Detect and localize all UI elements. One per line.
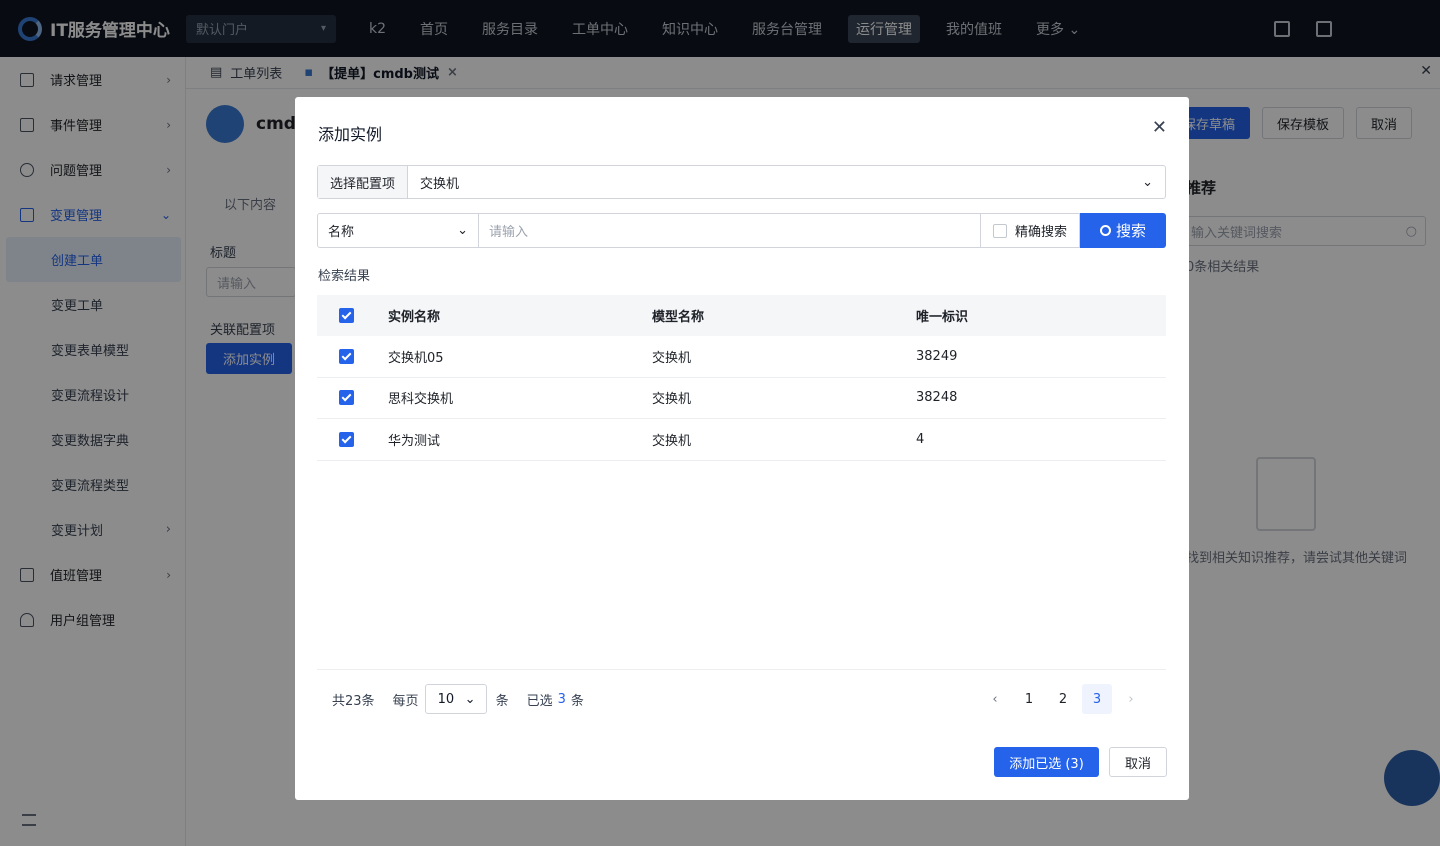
chevron-down-icon: ⌄ [464,691,476,707]
model-name: 交换机 [652,433,692,449]
checkbox-icon [993,223,1007,238]
table-row[interactable]: 交换机05 交换机 38249 [317,336,1166,378]
divider [317,669,1166,670]
page-size-select[interactable]: 10 ⌄ [424,684,487,714]
column-header: 唯一标识 [916,310,969,325]
page-button[interactable]: 2 [1048,684,1078,714]
chevron-down-icon: ⌄ [457,223,468,238]
page-size-unit: 条 [495,693,509,709]
search-field-select[interactable]: 名称 ⌄ [317,213,479,248]
row-checkbox[interactable] [338,431,354,447]
add-instance-dialog: 添加实例 ✕ 选择配置项 交换机 ⌄ 名称 ⌄ 请输入 精确搜索 搜索 检索结果… [295,97,1189,800]
row-checkbox[interactable] [338,348,354,364]
select-all-cell [317,308,388,323]
exact-search-checkbox[interactable]: 精确搜索 [981,213,1080,248]
page-size-value: 10 [437,691,455,707]
page-numbers: ‹ 1 2 3 › [980,684,1146,714]
search-row: 名称 ⌄ 请输入 精确搜索 搜索 [317,213,1166,248]
column-header: 实例名称 [388,310,441,325]
unique-id: 38249 [916,348,958,364]
table-header: 实例名称 模型名称 唯一标识 [317,295,1166,336]
exact-search-label: 精确搜索 [1015,225,1068,240]
search-button[interactable]: 搜索 [1080,213,1166,248]
row-select-cell [317,390,388,406]
next-page-icon[interactable]: › [1116,684,1146,714]
search-icon [1099,225,1111,236]
table-row[interactable]: 思科交换机 交换机 38248 [317,378,1166,419]
column-header: 模型名称 [652,310,705,325]
add-selected-button[interactable]: 添加已选 (3) [994,747,1099,777]
model-name: 交换机 [652,392,692,408]
model-name: 交换机 [652,350,692,366]
instance-name: 华为测试 [388,433,441,449]
unique-id: 38248 [916,390,958,406]
unique-id: 4 [916,431,925,447]
select-all-checkbox[interactable] [338,308,354,323]
dialog-title: 添加实例 [318,125,383,144]
page-button-current[interactable]: 3 [1082,684,1112,714]
chevron-down-icon: ⌄ [1142,174,1153,190]
selected-prefix: 已选 [526,693,553,709]
per-page-label: 每页 [392,693,419,709]
close-icon[interactable]: ✕ [1152,117,1167,138]
result-table: 实例名称 模型名称 唯一标识 交换机05 交换机 38249 思科交换机 交换机… [317,295,1166,461]
search-button-label: 搜索 [1115,222,1146,240]
table-row[interactable]: 华为测试 交换机 4 [317,419,1166,461]
cancel-button[interactable]: 取消 [1109,747,1167,777]
prev-page-icon[interactable]: ‹ [980,684,1010,714]
row-select-cell [317,431,388,447]
row-checkbox[interactable] [338,390,354,406]
total-count: 共23条 [332,693,375,709]
search-field-value: 名称 [328,225,355,240]
selected-suffix: 条 [570,693,584,709]
pagination: 共23条 每页 10 ⌄ 条 已选 3 条 ‹ 1 2 3 › [317,684,1166,714]
config-item-select[interactable]: 交换机 ⌄ [408,166,1165,198]
row-select-cell [317,348,388,364]
selected-count: 3 [557,691,566,707]
dialog-footer: 添加已选 (3) 取消 [994,747,1167,777]
config-item-value: 交换机 [420,176,460,192]
config-item-row: 选择配置项 交换机 ⌄ [317,165,1166,199]
result-label: 检索结果 [318,269,371,284]
page-button[interactable]: 1 [1014,684,1044,714]
config-item-label: 选择配置项 [318,166,408,198]
keyword-input[interactable]: 请输入 [479,213,981,248]
instance-name: 交换机05 [388,350,444,366]
instance-name: 思科交换机 [388,392,454,408]
